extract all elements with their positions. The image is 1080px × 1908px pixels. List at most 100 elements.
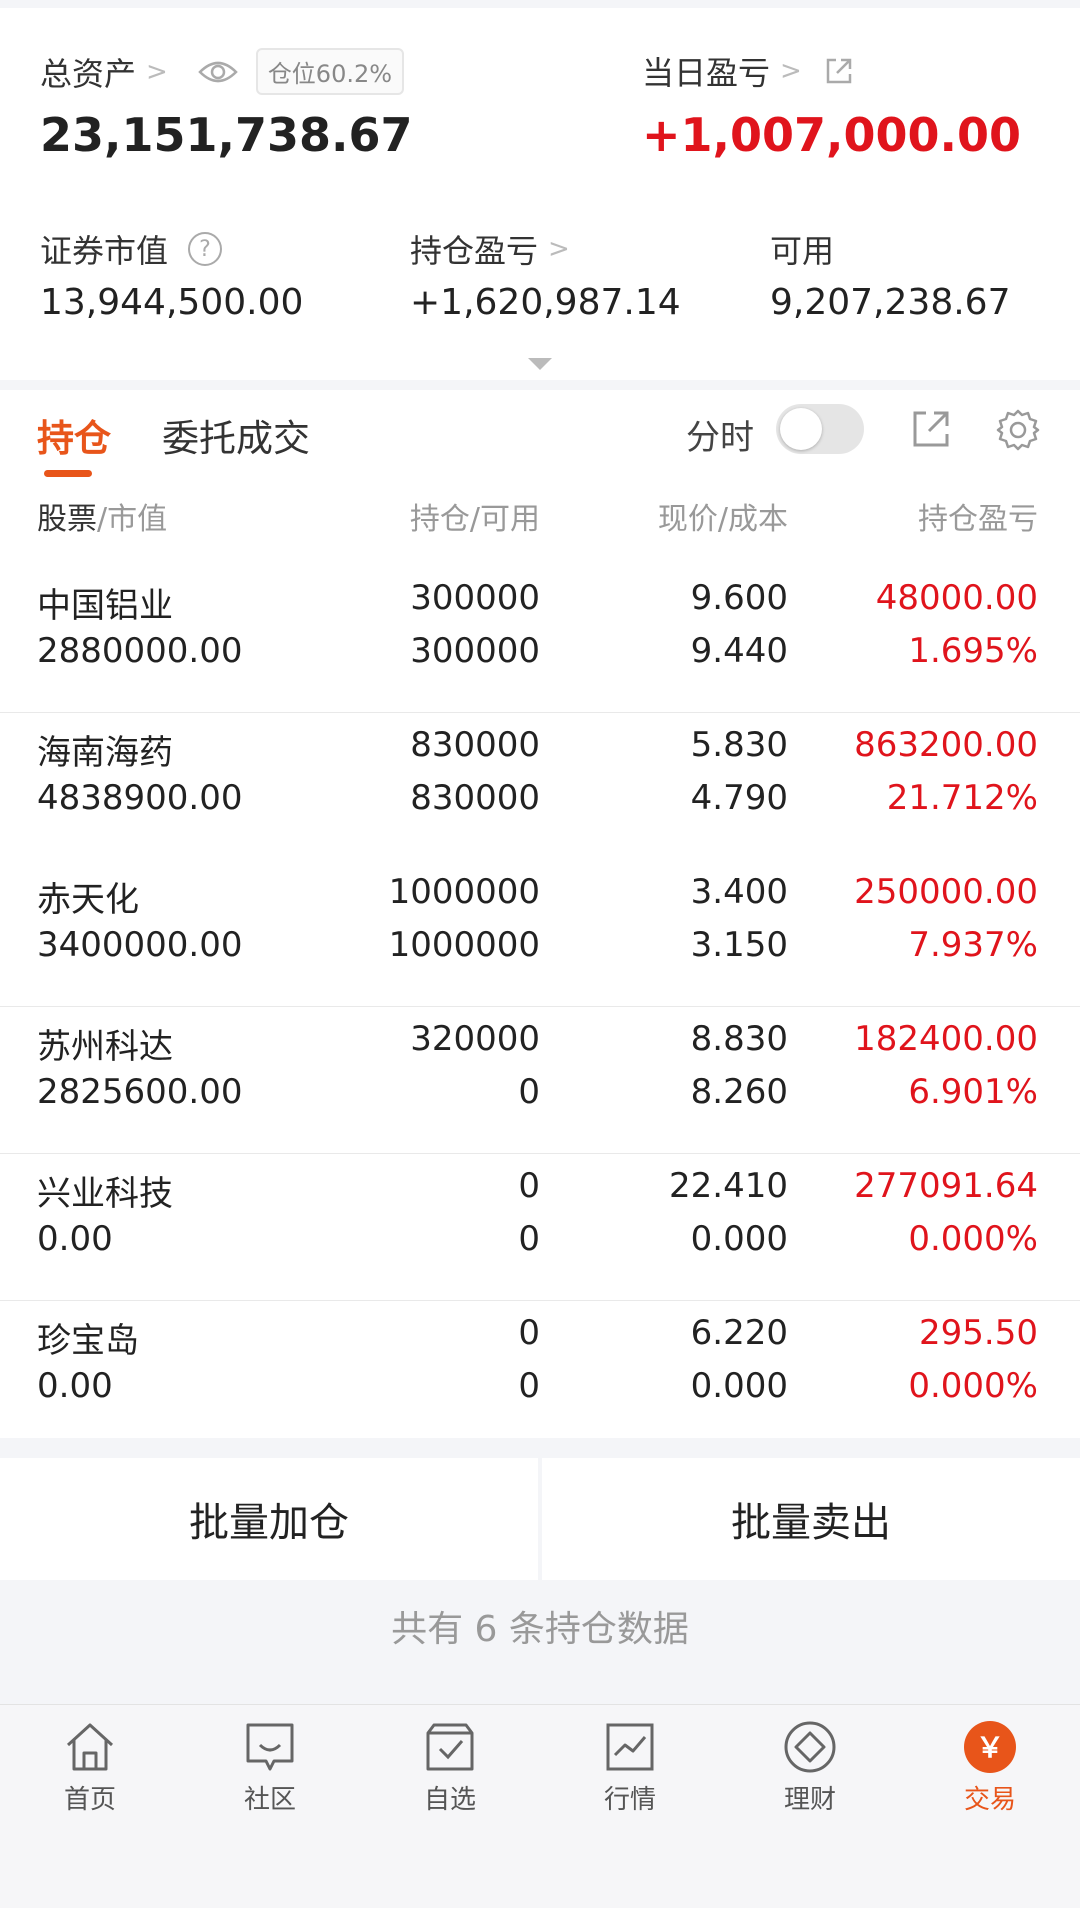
- intraday-label: 分时: [686, 418, 754, 458]
- stock-name: 苏州科达: [37, 1027, 173, 1067]
- holdings-panel: 持仓 委托成交 分时 股票/市值 持仓/可用 现价/成本 持仓盈亏 中国铝业 2…: [0, 390, 1080, 1438]
- share-icon[interactable]: [824, 56, 854, 86]
- market-value: 2825600.00: [37, 1072, 243, 1112]
- col-price-label: 现价: [657, 502, 718, 537]
- current-price: 3.400: [690, 872, 788, 912]
- nav-item-wealth[interactable]: 理财: [750, 1719, 870, 1816]
- pl-amount: 182400.00: [854, 1019, 1038, 1059]
- pl-amount: 863200.00: [854, 725, 1038, 765]
- holding-row[interactable]: 中国铝业 2880000.00 300000 300000 9.600 9.44…: [0, 566, 1080, 713]
- pl-percent: 6.901%: [908, 1072, 1038, 1112]
- hold-qty: 830000: [410, 725, 540, 765]
- active-tab-indicator: [44, 470, 92, 477]
- holdings-count-note: 共有 6 条持仓数据: [391, 1609, 689, 1650]
- holding-row[interactable]: 海南海药 4838900.00 830000 830000 5.830 4.79…: [0, 713, 1080, 860]
- cost-price: 0.000: [690, 1219, 788, 1259]
- hold-qty: 320000: [410, 1019, 540, 1059]
- available-value: 9,207,238.67: [770, 282, 1011, 323]
- chevron-right-icon: >: [146, 56, 168, 87]
- total-assets-header[interactable]: 总资产 > 仓位60.2%: [40, 48, 405, 95]
- col-cost-label: /成本: [717, 502, 788, 537]
- holding-row[interactable]: 苏州科达 2825600.00 320000 0 8.830 8.260 182…: [0, 1007, 1080, 1154]
- current-price: 6.220: [690, 1313, 788, 1353]
- wealth-icon: [784, 1721, 836, 1773]
- current-price: 8.830: [690, 1019, 788, 1059]
- expand-arrow-icon[interactable]: [526, 356, 554, 372]
- bottom-nav: 首页 社区 自选 行情 理财 ￥ 交易: [0, 1704, 1080, 1908]
- col-stock-label: 股票: [37, 502, 97, 537]
- market-icon: [606, 1723, 654, 1771]
- intraday-toggle[interactable]: [776, 404, 864, 454]
- nav-label: 首页: [63, 1785, 116, 1815]
- stock-name: 中国铝业: [37, 586, 173, 626]
- avail-qty: 0: [518, 1219, 540, 1259]
- watchlist-icon: [426, 1723, 474, 1771]
- hold-qty: 1000000: [388, 872, 540, 912]
- col-header-stock: 股票/市值: [37, 494, 167, 538]
- hold-qty: 300000: [410, 578, 540, 618]
- pl-amount: 48000.00: [875, 578, 1038, 618]
- trade-page: 总资产 > 仓位60.2% 23,151,738.67 当日盈亏 > +1,00…: [0, 0, 1080, 1908]
- total-assets-value: 23,151,738.67: [40, 108, 413, 162]
- chevron-right-icon: >: [780, 56, 802, 86]
- cost-price: 4.790: [690, 778, 788, 818]
- nav-item-watchlist[interactable]: 自选: [390, 1719, 510, 1816]
- market-value: 0.00: [37, 1219, 113, 1259]
- market-value: 3400000.00: [37, 925, 243, 965]
- cost-price: 8.260: [690, 1072, 788, 1112]
- available-label: 可用: [770, 232, 835, 270]
- pl-percent: 0.000%: [908, 1219, 1038, 1259]
- chevron-right-icon: >: [548, 234, 570, 264]
- nav-item-trade[interactable]: ￥ 交易: [930, 1719, 1050, 1816]
- col-header-pl: 持仓盈亏: [918, 502, 1038, 537]
- current-price: 22.410: [669, 1166, 788, 1206]
- col-value-label: /市值: [97, 502, 168, 537]
- cost-price: 9.440: [690, 631, 788, 671]
- stock-name: 赤天化: [37, 880, 139, 920]
- settings-gear-icon[interactable]: [996, 408, 1040, 452]
- stock-name: 兴业科技: [37, 1174, 173, 1214]
- holding-row[interactable]: 赤天化 3400000.00 1000000 1000000 3.400 3.1…: [0, 860, 1080, 1007]
- holding-pl-value: +1,620,987.14: [410, 282, 681, 323]
- community-icon: [246, 1723, 294, 1771]
- market-value: 0.00: [37, 1366, 113, 1406]
- tab-holdings[interactable]: 持仓: [37, 408, 111, 462]
- trade-glyph: ￥: [976, 1731, 1004, 1764]
- batch-sell-button[interactable]: 批量卖出: [542, 1458, 1080, 1580]
- pl-percent: 21.712%: [886, 778, 1038, 818]
- col-header-price: 现价/成本: [658, 494, 788, 538]
- nav-item-community[interactable]: 社区: [210, 1719, 330, 1816]
- nav-item-market[interactable]: 行情: [570, 1719, 690, 1816]
- pl-percent: 7.937%: [908, 925, 1038, 965]
- avail-qty: 0: [518, 1366, 540, 1406]
- trade-icon: ￥: [964, 1721, 1016, 1773]
- stock-name: 珍宝岛: [37, 1321, 139, 1361]
- holding-row[interactable]: 兴业科技 0.00 0 0 22.410 0.000 277091.64 0.0…: [0, 1154, 1080, 1301]
- holding-row[interactable]: 珍宝岛 0.00 0 0 6.220 0.000 295.50 0.000%: [0, 1301, 1080, 1448]
- avail-qty: 1000000: [388, 925, 540, 965]
- daily-pl-header[interactable]: 当日盈亏 >: [642, 48, 854, 94]
- nav-label: 行情: [603, 1785, 656, 1815]
- eye-icon[interactable]: [198, 58, 238, 86]
- avail-qty: 0: [518, 1072, 540, 1112]
- nav-label: 理财: [783, 1785, 836, 1815]
- cost-price: 0.000: [690, 1366, 788, 1406]
- account-summary: 总资产 > 仓位60.2% 23,151,738.67 当日盈亏 > +1,00…: [0, 8, 1080, 380]
- home-icon: [66, 1723, 114, 1771]
- stock-name: 海南海药: [37, 733, 173, 773]
- position-ratio-badge: 仓位60.2%: [255, 48, 405, 95]
- help-icon[interactable]: ?: [188, 232, 223, 266]
- nav-item-home[interactable]: 首页: [30, 1719, 150, 1816]
- market-value: 2880000.00: [37, 631, 243, 671]
- tab-orders[interactable]: 委托成交: [162, 408, 310, 462]
- available-header: 可用: [770, 226, 834, 272]
- batch-add-button[interactable]: 批量加仓: [0, 1458, 538, 1580]
- current-price: 9.600: [690, 578, 788, 618]
- daily-pl-value: +1,007,000.00: [642, 108, 1022, 162]
- pl-amount: 250000.00: [854, 872, 1038, 912]
- holding-pl-header[interactable]: 持仓盈亏 >: [410, 226, 570, 272]
- pl-amount: 277091.64: [854, 1166, 1038, 1206]
- nav-label: 交易: [963, 1785, 1016, 1815]
- share-icon[interactable]: [910, 408, 952, 450]
- daily-pl-label: 当日盈亏: [642, 54, 771, 92]
